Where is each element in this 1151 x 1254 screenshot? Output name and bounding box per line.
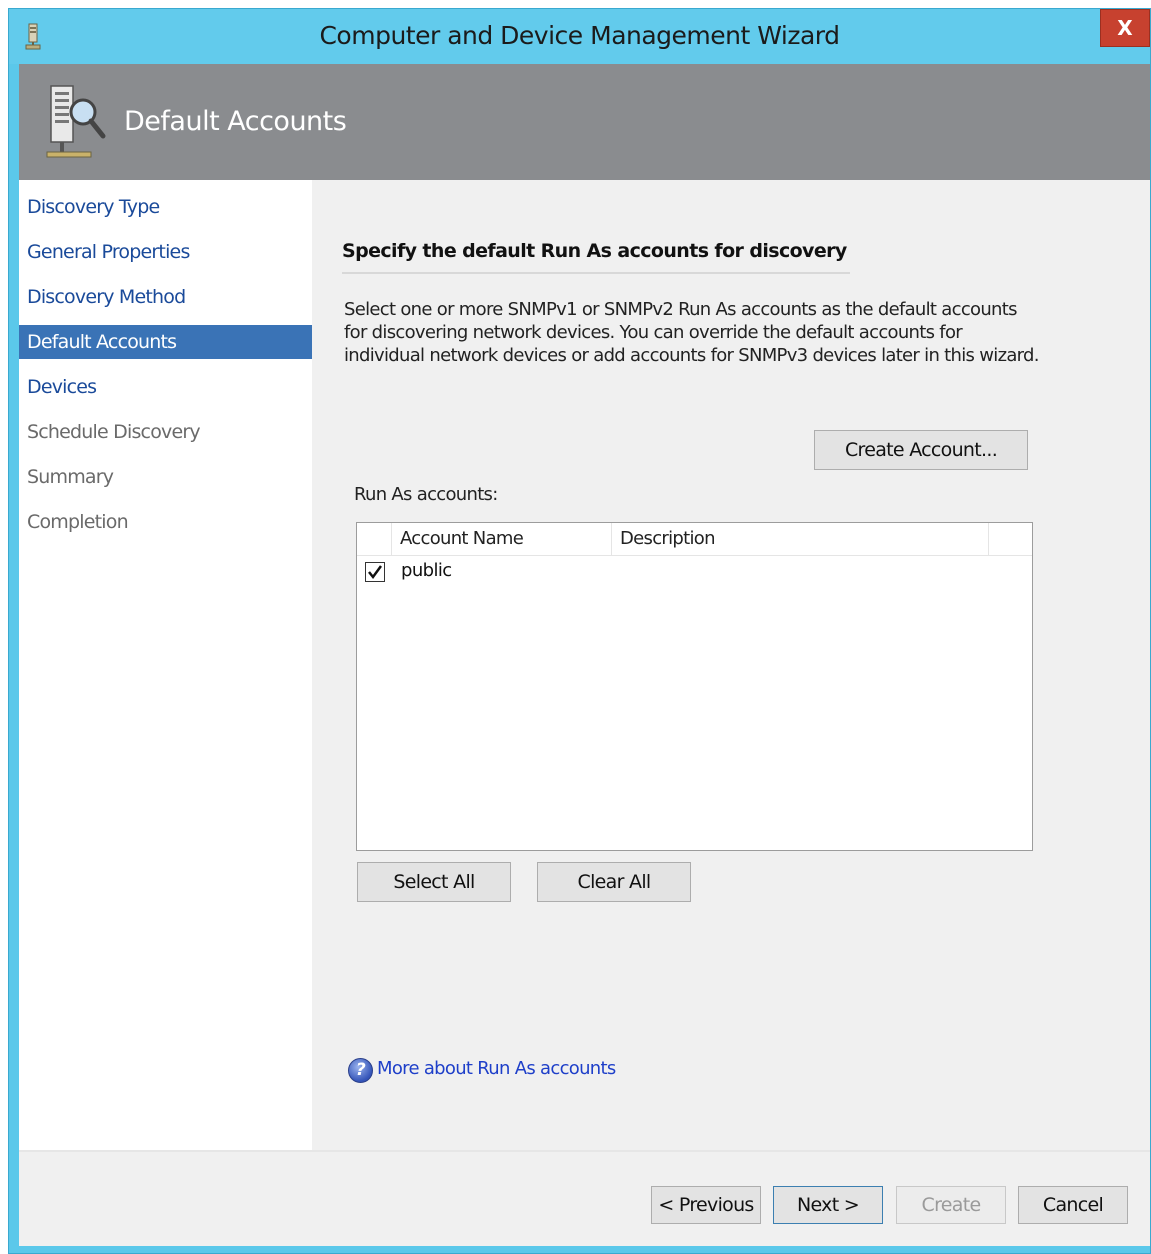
column-header-account-name[interactable]: Account Name xyxy=(392,523,612,555)
create-button: Create xyxy=(896,1186,1006,1224)
column-header-description[interactable]: Description xyxy=(612,523,989,555)
table-row[interactable]: public xyxy=(357,558,1032,588)
section-heading: Specify the default Run As accounts for … xyxy=(342,240,847,262)
runas-accounts-label: Run As accounts: xyxy=(354,484,498,505)
page-title: Default Accounts xyxy=(124,106,347,137)
nav-item-summary: Summary xyxy=(27,466,114,488)
clear-all-button[interactable]: Clear All xyxy=(537,862,691,902)
wizard-client: Default Accounts Discovery Type General … xyxy=(19,64,1150,1246)
nav-item-general-properties[interactable]: General Properties xyxy=(19,235,312,269)
wizard-nav: Discovery Type General Properties Discov… xyxy=(19,180,312,1150)
window-title: Computer and Device Management Wizard xyxy=(319,21,840,50)
wizard-content: Specify the default Run As accounts for … xyxy=(312,180,1150,1150)
checkmark-icon xyxy=(368,565,383,580)
close-button[interactable]: X xyxy=(1100,9,1150,47)
nav-item-discovery-method[interactable]: Discovery Method xyxy=(19,280,312,314)
previous-button[interactable]: < Previous xyxy=(651,1186,761,1224)
help-icon: ? xyxy=(348,1058,373,1083)
server-magnifier-icon xyxy=(45,82,109,162)
create-account-button[interactable]: Create Account... xyxy=(814,430,1028,470)
account-checkbox[interactable] xyxy=(365,562,385,582)
account-name-cell: public xyxy=(401,560,452,581)
nav-item-discovery-type[interactable]: Discovery Type xyxy=(19,190,312,224)
column-header-check xyxy=(357,523,392,555)
next-button[interactable]: Next > xyxy=(773,1186,883,1224)
nav-item-default-accounts[interactable]: Default Accounts xyxy=(19,325,312,359)
select-all-button[interactable]: Select All xyxy=(357,862,511,902)
list-header: Account Name Description xyxy=(357,523,1032,556)
title-bar[interactable]: Computer and Device Management Wizard X xyxy=(9,9,1150,64)
wizard-window: Computer and Device Management Wizard X xyxy=(8,8,1151,1254)
nav-item-devices[interactable]: Devices xyxy=(19,370,312,404)
runas-accounts-list[interactable]: Account Name Description public xyxy=(356,522,1033,851)
nav-item-schedule-discovery: Schedule Discovery xyxy=(27,421,201,443)
wizard-header: Default Accounts xyxy=(19,64,1150,180)
cancel-button[interactable]: Cancel xyxy=(1018,1186,1128,1224)
help-link-text[interactable]: More about Run As accounts xyxy=(377,1058,616,1079)
section-description: Select one or more SNMPv1 or SNMPv2 Run … xyxy=(344,299,1039,366)
nav-item-completion: Completion xyxy=(27,511,129,533)
heading-divider xyxy=(342,272,850,274)
wizard-footer: < Previous Next > Create Cancel xyxy=(19,1152,1150,1246)
